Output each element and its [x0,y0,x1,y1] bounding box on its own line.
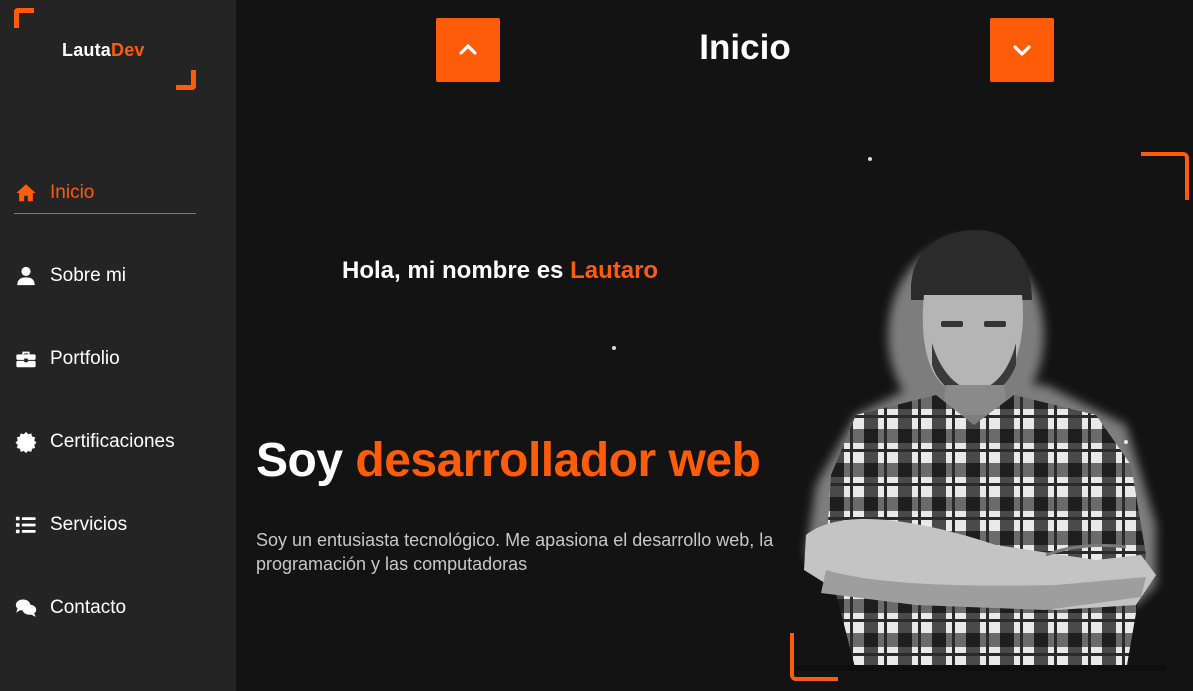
chevron-up-icon [459,44,477,55]
sidebar: LautaDev Inicio Sobre mi Portfolio Certi… [0,0,236,691]
logo[interactable]: LautaDev [14,8,196,90]
chevron-down-icon [1013,45,1031,56]
certificate-icon [14,431,38,453]
sidebar-item-label: Inicio [50,181,95,203]
sidebar-item-servicios[interactable]: Servicios [14,504,196,546]
sidebar-item-inicio[interactable]: Inicio [14,172,196,214]
briefcase-icon [14,348,38,370]
section-title: Inicio [699,28,791,67]
decorative-dot [612,346,616,350]
user-icon [14,265,38,287]
sidebar-item-contacto[interactable]: Contacto [14,587,196,629]
profile-photo [796,225,1166,671]
sidebar-item-label: Servicios [50,514,128,535]
page: LautaDev Inicio Sobre mi Portfolio Certi… [0,0,1193,691]
home-icon [14,182,38,204]
sidebar-item-portfolio[interactable]: Portfolio [14,338,196,380]
comments-icon [14,597,38,619]
headline-prefix: Soy [256,434,356,487]
sidebar-item-label: Portfolio [50,348,120,369]
hero-description: Soy un entusiasta tecnológico. Me apasio… [256,530,774,574]
scroll-down-button[interactable] [990,18,1054,82]
sidebar-nav: Inicio Sobre mi Portfolio Certificacione… [14,172,196,670]
hero-headline: Soy desarrollador web [256,433,761,488]
greeting-prefix: Hola, mi nombre es [342,257,571,284]
greeting-name: Lautaro [570,257,659,284]
sidebar-item-certificaciones[interactable]: Certificaciones [14,421,196,463]
decorative-dot [868,157,872,161]
sidebar-item-label: Contacto [50,597,127,618]
headline-highlight: desarrollador web [355,434,761,487]
logo-part-2: Dev [111,40,145,60]
logo-text: LautaDev [62,40,145,61]
list-icon [14,514,38,536]
scroll-up-button[interactable] [436,18,500,82]
sidebar-item-label: Certificaciones [50,431,175,452]
hero-greeting: Hola, mi nombre es Lautaro [342,257,658,285]
logo-part-1: Lauta [62,40,112,60]
sidebar-item-label: Sobre mi [50,265,127,286]
logo-corner-bottom-right [176,70,196,90]
frame-corner-top-right [1141,152,1189,200]
sidebar-item-sobre-mi[interactable]: Sobre mi [14,255,196,297]
logo-corner-top-left [14,8,34,28]
